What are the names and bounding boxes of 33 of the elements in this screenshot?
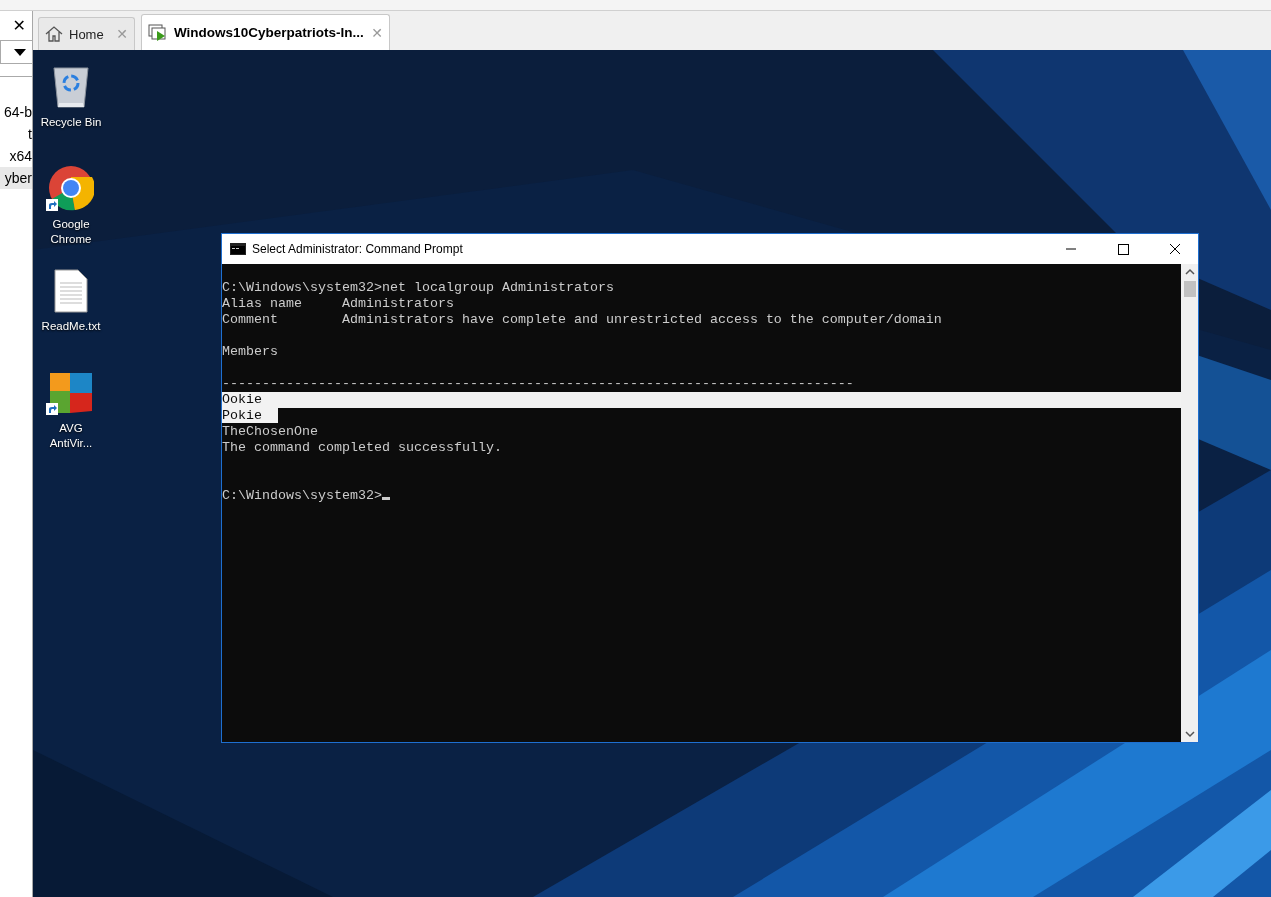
console-line: C:\Windows\system32>net localgroup Administrators: [222, 280, 614, 295]
console-prompt: C:\Windows\system32>: [222, 488, 382, 503]
text-file-icon[interactable]: [54, 269, 88, 313]
console-icon: [230, 243, 246, 255]
shortcut-arrow-icon: [46, 403, 58, 415]
caret-icon: [14, 48, 26, 56]
desktop-icon-label[interactable]: ReadMe.txt: [39, 319, 103, 334]
cursor-icon: [381, 497, 390, 500]
sidebar-item[interactable]: yber: [0, 167, 32, 189]
chrome-icon[interactable]: [48, 165, 94, 211]
dropdown[interactable]: [0, 40, 32, 64]
scroll-thumb[interactable]: [1183, 281, 1196, 297]
console-line: TheChosenOne: [222, 424, 318, 439]
console-line: The command completed successfully.: [222, 440, 502, 455]
tab[interactable]: Home ✕: [38, 17, 135, 50]
console-line: -------------------------------------------------------------------------------: [222, 376, 854, 391]
close-button[interactable]: ✕: [12, 15, 26, 35]
trash-can-icon[interactable]: [51, 65, 91, 109]
desktop-icon-label[interactable]: AVG AntiVir...: [39, 421, 103, 451]
console-line: Members: [222, 344, 278, 359]
window-title: Select Administrator: Command Prompt: [252, 242, 463, 256]
play-window-icon: [148, 23, 168, 42]
tab[interactable]: Windows10Cyberpatriots-In... ✕: [141, 14, 390, 50]
scrollbar[interactable]: [1181, 264, 1198, 742]
desktop-icon-label[interactable]: Google Chrome: [39, 217, 103, 247]
console-line: Comment Administrators have complete and unrestricted access to the computer/domain: [222, 312, 942, 327]
console-line: Alias name Administrators: [222, 296, 454, 311]
sidebar-item[interactable]: t: [0, 123, 32, 145]
sidebar-item[interactable]: x64: [0, 145, 32, 167]
shortcut-arrow-icon: [46, 199, 58, 211]
home-icon: [45, 26, 63, 42]
desktop-icon-label[interactable]: Recycle Bin: [39, 115, 103, 130]
sidebar-item[interactable]: 64-b: [0, 101, 32, 123]
